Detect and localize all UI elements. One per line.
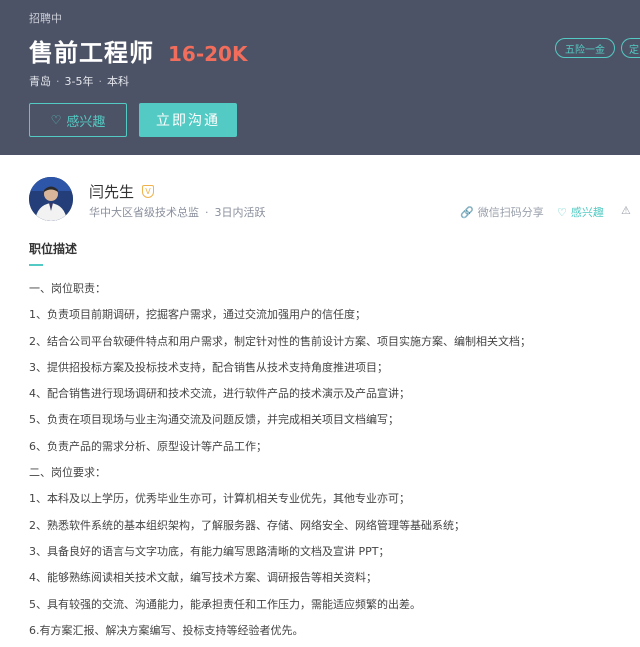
- meta-separator: ·: [98, 74, 102, 88]
- description-line: 5、负责在项目现场与业主沟通交流及问题反馈，并完成相关项目文档编写；: [29, 413, 399, 427]
- meta-separator: ·: [56, 74, 60, 88]
- avatar[interactable]: [29, 177, 73, 221]
- recruiting-status: 招聘中: [29, 12, 62, 25]
- benefit-tag: 定: [621, 38, 640, 58]
- wechat-share-link[interactable]: 🔗 微信扫码分享: [460, 204, 544, 220]
- meta-separator: ·: [205, 205, 209, 219]
- section-underline: [29, 264, 43, 266]
- chat-now-button[interactable]: 立即沟通: [139, 103, 237, 137]
- recruiter-active: 3日内活跃: [214, 206, 266, 219]
- benefit-tags: 五险一金 定: [555, 38, 640, 58]
- job-education: 本科: [106, 75, 129, 88]
- description-line: 4、能够熟练阅读相关技术文献，编写技术方案、调研报告等相关资料；: [29, 571, 377, 585]
- description-line: 3、提供招投标方案及投标技术支持，配合销售从技术支持角度推进项目；: [29, 360, 388, 374]
- description-line: 一、岗位职责：: [29, 282, 106, 295]
- benefit-tag: 五险一金: [555, 38, 615, 58]
- link-icon: 🔗: [460, 205, 474, 219]
- description-line: 1、本科及以上学历，优秀毕业生亦可，计算机相关专业优先，其他专业亦可；: [29, 492, 410, 506]
- warning-icon: ⚠: [621, 204, 631, 217]
- section-title: 职位描述: [29, 242, 78, 256]
- description-line: 1、负责项目前期调研，挖掘客户需求，通过交流加强用户的信任度；: [29, 308, 366, 322]
- description-line: 2、熟悉软件系统的基本组织架构，了解服务器、存储、网络安全、网络管理等基础系统；: [29, 518, 465, 532]
- job-header: 招聘中 售前工程师 16-20K 青岛 · 3-5年 · 本科 ♡ 感兴趣 立即…: [0, 0, 640, 155]
- title-row: 售前工程师 16-20K: [29, 33, 247, 68]
- description-line: 2、结合公司平台软硬件特点和用户需求，制定针对性的售前设计方案、项目实施方案、编…: [29, 334, 531, 348]
- job-meta: 青岛 · 3-5年 · 本科: [29, 73, 129, 89]
- description-line: 6、负责产品的需求分析、原型设计等产品工作；: [29, 439, 267, 453]
- interest-button-label: 感兴趣: [66, 114, 106, 130]
- description-line: 4、配合销售进行现场调研和技术交流，进行软件产品的技术演示及产品宣讲；: [29, 387, 410, 401]
- description-line: 二、岗位要求：: [29, 466, 106, 480]
- job-description: 一、岗位职责： 1、负责项目前期调研，挖掘客户需求，通过交流加强用户的信任度； …: [29, 279, 629, 647]
- job-location: 青岛: [29, 75, 51, 88]
- salary: 16-20K: [168, 42, 248, 66]
- heart-icon: ♡: [557, 205, 567, 219]
- description-line: 6.有方案汇报、解决方案编写、投标支持等经验者优先。: [29, 623, 304, 637]
- verified-badge-icon: V: [142, 185, 155, 198]
- like-label: 感兴趣: [570, 206, 604, 219]
- recruiter-name-row: 闫先生 V: [89, 181, 155, 202]
- description-line: 5、具有较强的交流、沟通能力，能承担责任和工作压力，需能适应频繁的出差。: [29, 597, 421, 611]
- job-experience: 3-5年: [64, 75, 94, 88]
- interest-button[interactable]: ♡ 感兴趣: [29, 103, 127, 137]
- recruiter-meta: 华中大区省级技术总监 · 3日内活跃: [89, 204, 266, 220]
- like-link[interactable]: ♡ 感兴趣: [557, 204, 604, 220]
- report-link[interactable]: ⚠: [621, 204, 635, 217]
- share-label: 微信扫码分享: [477, 206, 544, 219]
- job-title: 售前工程师: [29, 39, 154, 67]
- recruiter-title: 华中大区省级技术总监: [89, 206, 199, 219]
- description-line: 3、具备良好的语言与文字功底，有能力编写思路清晰的文档及宣讲 PPT；: [29, 544, 390, 558]
- heart-icon: ♡: [50, 113, 62, 127]
- chat-button-label: 立即沟通: [156, 113, 220, 129]
- recruiter-name: 闫先生: [89, 183, 135, 201]
